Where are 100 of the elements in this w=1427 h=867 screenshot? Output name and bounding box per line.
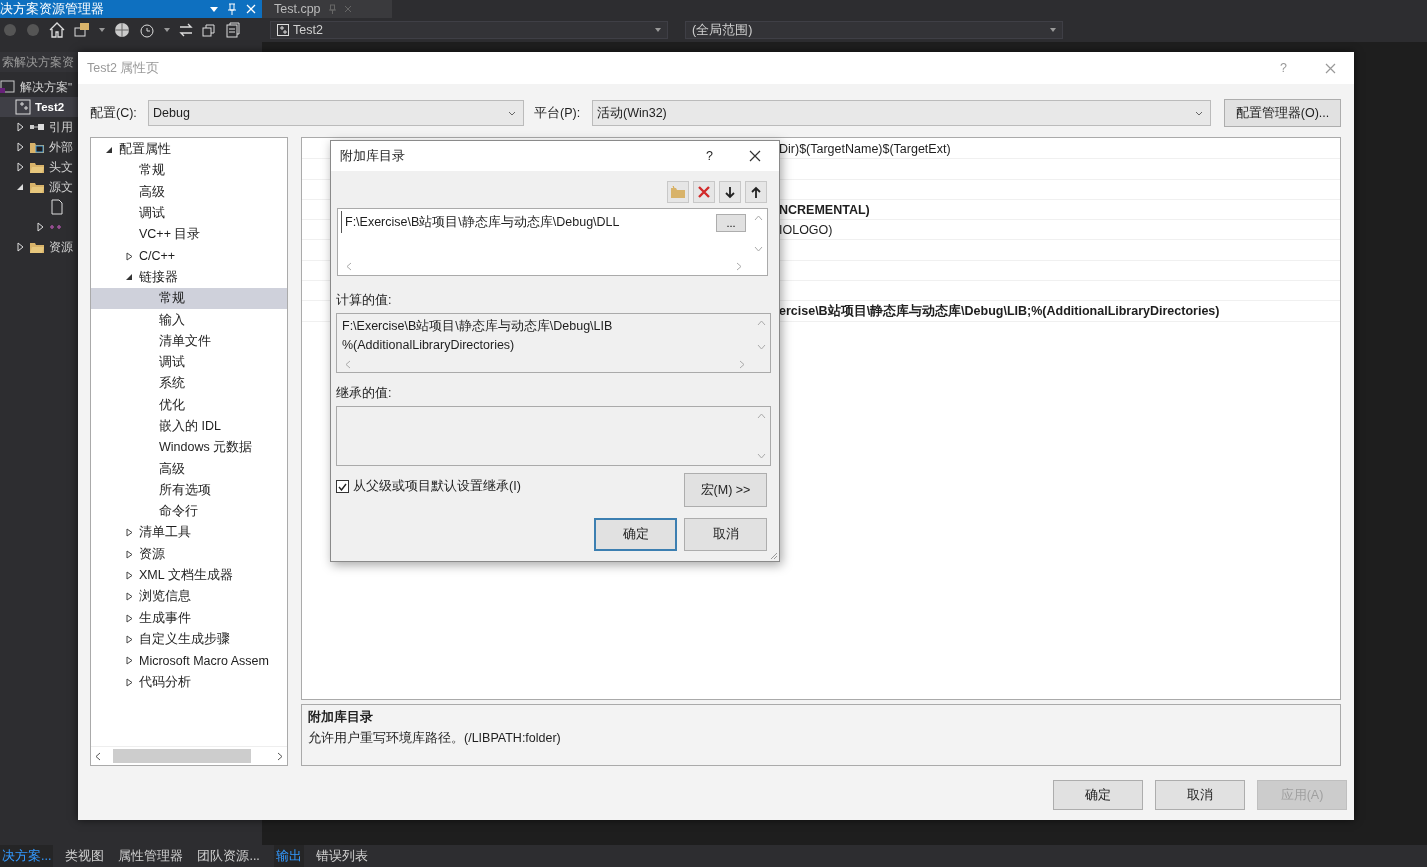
move-up-button[interactable] — [745, 181, 767, 203]
caret-icon[interactable] — [99, 28, 105, 32]
tree-item[interactable]: 资源 — [91, 543, 287, 565]
tree-item[interactable]: 优化 — [91, 394, 287, 416]
platform-combo[interactable]: 活动(Win32) — [592, 100, 1211, 126]
property-value[interactable]: Dir)$(TargetName)$(TargetExt) — [779, 141, 951, 156]
move-down-button[interactable] — [719, 181, 741, 203]
scroll-left-icon[interactable] — [95, 751, 101, 761]
close-icon[interactable] — [749, 150, 761, 162]
scrollbar-thumb[interactable] — [113, 749, 251, 763]
dialog-button[interactable]: 取消 — [1155, 780, 1245, 810]
tree-item[interactable]: Microsoft Macro Assem — [91, 650, 287, 672]
collapsed-arrow-icon[interactable] — [125, 571, 133, 581]
panel-tab[interactable]: 决方案... — [0, 845, 54, 867]
clock-icon[interactable] — [139, 22, 155, 38]
description-title: 附加库目录 — [308, 709, 374, 726]
tree-item[interactable]: 清单工具 — [91, 522, 287, 544]
tree-item[interactable]: 源文 — [0, 177, 78, 197]
collapsed-arrow-icon[interactable] — [15, 142, 25, 152]
panel-tab[interactable]: 属性管理器 — [116, 845, 186, 867]
caret-icon[interactable] — [164, 28, 170, 32]
collapsed-arrow-icon[interactable] — [125, 677, 133, 687]
collapsed-arrow-icon[interactable] — [125, 656, 133, 666]
tree-item[interactable]: 输入 — [91, 309, 287, 331]
help-button[interactable]: ? — [706, 149, 713, 163]
dialog-button[interactable]: 确定 — [1053, 780, 1143, 810]
tree-item[interactable]: 清单文件 — [91, 330, 287, 352]
tree-item[interactable]: 解决方案" — [0, 77, 78, 97]
collapsed-arrow-icon[interactable] — [15, 162, 25, 172]
tree-item[interactable]: 生成事件 — [91, 607, 287, 629]
tree-item[interactable]: 所有选项 — [91, 479, 287, 502]
collapsed-arrow-icon[interactable] — [125, 549, 133, 559]
tree-item[interactable]: 调试 — [91, 351, 287, 374]
tree-item[interactable]: C/C++ — [91, 245, 287, 267]
globe-icon[interactable] — [114, 22, 130, 38]
collapsed-arrow-icon[interactable] — [125, 613, 133, 623]
collapsed-arrow-icon[interactable] — [35, 222, 45, 232]
tree-item[interactable]: 外部 — [0, 137, 78, 157]
dropdown-icon[interactable] — [210, 6, 218, 12]
tree-item[interactable]: 引用 — [0, 117, 78, 137]
tree-item[interactable]: 配置属性 — [91, 139, 287, 161]
checkbox[interactable] — [336, 480, 349, 493]
tree-item[interactable]: 高级 — [91, 458, 287, 480]
delete-button[interactable] — [693, 181, 715, 203]
collapsed-arrow-icon[interactable] — [125, 528, 133, 538]
tree-label: 清单文件 — [159, 332, 211, 350]
expanded-arrow-icon[interactable] — [105, 145, 113, 154]
macros-button[interactable]: 宏(M) >> — [684, 473, 767, 507]
property-value[interactable]: NCREMENTAL) — [779, 202, 870, 217]
panel-tab[interactable]: 类视图 — [63, 845, 107, 867]
tree-item[interactable]: 自定义生成步骤 — [91, 628, 287, 651]
collapsed-arrow-icon[interactable] — [125, 251, 133, 261]
tree-item[interactable]: 资源 — [0, 237, 78, 257]
resize-grip-icon[interactable] — [770, 552, 778, 560]
search-field[interactable]: 索解决方案资 — [0, 52, 78, 72]
folders-icon[interactable] — [74, 22, 90, 38]
windows-icon[interactable] — [202, 23, 216, 37]
collapsed-arrow-icon[interactable] — [125, 634, 133, 644]
tree-item[interactable]: XML 文档生成器 — [91, 564, 287, 587]
property-value[interactable]: IOLOGO) — [779, 222, 833, 237]
sync-icon[interactable] — [179, 23, 193, 37]
tree-item[interactable]: 常规 — [91, 288, 287, 310]
expanded-arrow-icon[interactable] — [125, 273, 133, 282]
dialog-button[interactable]: 取消 — [684, 518, 767, 551]
evaluated-value: F:\Exercise\B站项目\静态库与动态库\Debug\LIB — [342, 318, 614, 335]
tree-item[interactable]: 浏览信息 — [91, 586, 287, 608]
tree-label: Windows 元数据 — [159, 439, 253, 457]
panel-tab[interactable]: 输出 — [274, 845, 304, 867]
caret-icon — [1195, 110, 1204, 116]
scroll-right-icon[interactable] — [277, 751, 283, 761]
collapsed-arrow-icon[interactable] — [125, 592, 133, 602]
collapsed-arrow-icon[interactable] — [15, 122, 25, 132]
property-value[interactable]: ercise\B站项目\静态库与动态库\Debug\LIB;%(AdditionalLibraryDirectories) — [779, 302, 1220, 320]
tree-item[interactable]: 常规 — [91, 160, 287, 182]
config-manager-button[interactable]: 配置管理器(O)... — [1224, 99, 1341, 127]
tree-item[interactable]: 高级 — [91, 181, 287, 203]
dialog-button[interactable]: 确定 — [594, 518, 677, 551]
pages-icon[interactable] — [225, 22, 241, 38]
collapsed-arrow-icon[interactable] — [15, 242, 25, 252]
tree-item[interactable]: 代码分析 — [91, 671, 287, 693]
home-icon[interactable] — [49, 22, 65, 38]
tree-item[interactable]: 嵌入的 IDL — [91, 415, 287, 438]
project-combo[interactable]: Test2 — [270, 21, 668, 39]
scope-combo[interactable]: (全局范围) — [685, 21, 1063, 39]
tree-item[interactable]: 头文 — [0, 157, 78, 177]
tree-item[interactable]: Windows 元数据 — [91, 437, 287, 459]
panel-tab[interactable]: 错误列表 — [314, 845, 370, 867]
tree-item[interactable]: Test2 — [0, 97, 78, 117]
expanded-arrow-icon[interactable] — [15, 182, 25, 192]
browse-button[interactable]: ... — [716, 214, 746, 232]
tree-item[interactable]: 链接器 — [91, 266, 287, 289]
tree-item[interactable]: VC++ 目录 — [91, 224, 287, 246]
tree-item[interactable]: 系统 — [91, 373, 287, 395]
tree-item[interactable]: 命令行 — [91, 501, 287, 523]
panel-tab[interactable]: 团队资源... — [195, 845, 262, 867]
tree-item[interactable]: 调试 — [91, 202, 287, 225]
tree-label: 输入 — [159, 311, 185, 329]
config-combo[interactable]: Debug — [148, 100, 524, 126]
tree-label: 外部 — [49, 139, 73, 155]
tree-label: 自定义生成步骤 — [139, 630, 230, 648]
